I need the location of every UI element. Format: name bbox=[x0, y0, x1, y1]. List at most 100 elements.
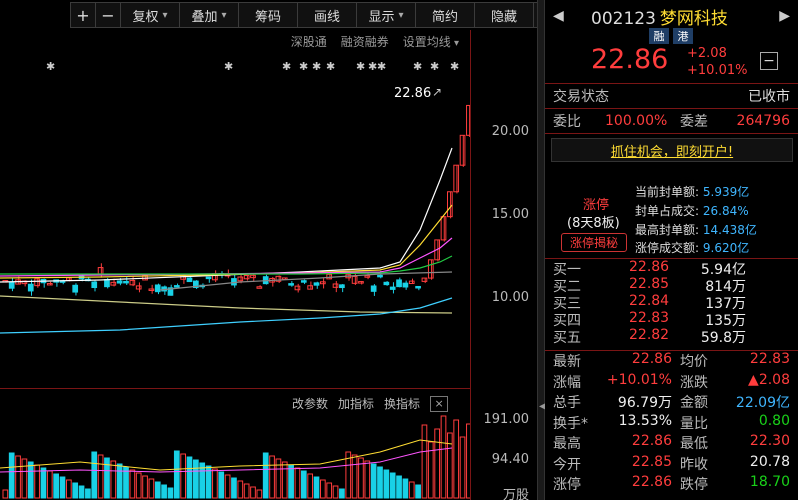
limit-up-line: 最高封单额: 14.438亿 bbox=[635, 221, 757, 238]
volume-bar bbox=[161, 484, 167, 499]
price-change: +2.08 bbox=[687, 46, 727, 61]
stat-value: 22.30 bbox=[749, 433, 790, 449]
trade-status-row: 交易状态 已收市 bbox=[545, 84, 798, 109]
limit-up-line-label: 当前封单额: bbox=[635, 185, 700, 199]
candle-body bbox=[307, 285, 313, 290]
candle-body bbox=[389, 286, 396, 290]
remove-watchlist-button[interactable]: − bbox=[760, 52, 778, 70]
candle-body bbox=[72, 284, 79, 293]
order-book-row[interactable]: 买四 22.83 135万 bbox=[545, 310, 798, 329]
switch-indicator-button[interactable]: 换指标 bbox=[384, 395, 420, 412]
margin-tag: 融 bbox=[649, 28, 669, 44]
candle-body bbox=[66, 277, 72, 281]
stat-row: 今开 22.85 昨收 20.78 bbox=[545, 454, 798, 475]
stat-label: 昨收 bbox=[680, 456, 708, 473]
bid-price: 22.85 bbox=[629, 276, 670, 292]
order-book-row[interactable]: 买二 22.85 814万 bbox=[545, 276, 798, 295]
weibi-row: 委比 100.00% 委差 264796 bbox=[545, 109, 798, 134]
order-book-row[interactable]: 买五 22.82 59.8万 bbox=[545, 327, 798, 346]
quote-stats: 最新 22.86 均价 22.83 涨幅 +10.01% 涨跌 ▲2.08 总手 96.79万 金额… bbox=[545, 350, 798, 495]
candle-body bbox=[453, 164, 460, 193]
volume-bar bbox=[8, 452, 15, 499]
bid-label: 买五 bbox=[553, 330, 581, 346]
candle-body bbox=[408, 280, 415, 285]
volume-bar bbox=[383, 469, 390, 499]
kline-chart[interactable]: ✱ ✱ ✱ ✱ ✱ ✱ ✱ ✱ ✱ ✱ ✱ ✱ bbox=[0, 0, 470, 500]
volume-bar bbox=[2, 489, 9, 499]
chart-area[interactable]: + − 复权 叠加 筹码 画线 显示 简约 隐藏 深股通 融资融券 设置均线 ✱… bbox=[0, 0, 559, 500]
stat-value: 22.85 bbox=[631, 453, 672, 470]
candle-body bbox=[377, 274, 383, 278]
stat-label: 最低 bbox=[680, 436, 708, 452]
order-book-row[interactable]: 买一 22.86 5.94亿 bbox=[545, 259, 798, 278]
volume-bar bbox=[135, 472, 142, 499]
limit-up-line: 涨停成交额: 9.620亿 bbox=[635, 239, 749, 256]
candle-body bbox=[427, 259, 434, 279]
limit-up-box: 涨停 (8天8板) 涨停揭秘 当前封单额: 5.939亿 封单占成交: 26.8… bbox=[545, 176, 798, 258]
candle-body bbox=[320, 281, 326, 285]
volume-bar bbox=[269, 455, 275, 499]
candle-body bbox=[173, 285, 180, 288]
next-stock-icon[interactable]: ▶ bbox=[779, 8, 790, 24]
candle-body bbox=[116, 280, 123, 284]
candle-body bbox=[294, 285, 301, 291]
volume-bar bbox=[237, 480, 244, 499]
candle-body bbox=[351, 275, 358, 284]
close-icon[interactable]: × bbox=[430, 395, 449, 412]
edit-params-button[interactable]: 改参数 bbox=[292, 395, 328, 412]
candle-body bbox=[154, 284, 161, 293]
event-marker: ✱ bbox=[430, 60, 439, 73]
volume-bar bbox=[262, 452, 269, 499]
volume-bar bbox=[66, 479, 72, 499]
moving-average-line bbox=[0, 295, 453, 314]
limit-up-reveal-button[interactable]: 涨停揭秘 bbox=[561, 233, 627, 252]
candle-body bbox=[46, 282, 53, 286]
indicator-bar: 改参数 加指标 换指标 × bbox=[292, 395, 449, 412]
candle-body bbox=[364, 275, 371, 278]
volume-bar bbox=[34, 464, 40, 499]
volume-ma-line bbox=[0, 439, 453, 471]
volume-tick-94: 94.40 bbox=[491, 452, 529, 467]
volume-bar bbox=[396, 475, 402, 499]
order-book: 买一 22.86 5.94亿 买二 22.85 814万 买三 22.84 137万 买四 2… bbox=[545, 258, 798, 346]
event-marker: ✱ bbox=[413, 60, 422, 73]
volume-unit: 万股 bbox=[502, 488, 529, 500]
open-account-ad-link[interactable]: 抓住机会，即刻开户! bbox=[551, 138, 793, 162]
weicha-value: 264796 bbox=[736, 113, 790, 129]
bid-price: 22.82 bbox=[629, 327, 670, 343]
candle-body bbox=[256, 286, 263, 289]
pane-divider bbox=[0, 388, 470, 389]
volume-bar bbox=[59, 476, 66, 499]
volume-bar bbox=[243, 483, 250, 499]
trade-status-label: 交易状态 bbox=[553, 89, 609, 105]
candle-body bbox=[97, 267, 104, 275]
order-book-row[interactable]: 买三 22.84 137万 bbox=[545, 293, 798, 312]
volume-bar bbox=[142, 475, 148, 499]
stat-value: 22.09亿 bbox=[735, 395, 790, 411]
stat-value: ▲2.08 bbox=[748, 371, 790, 388]
current-price: 22.86 bbox=[591, 44, 669, 75]
candle-body bbox=[129, 279, 136, 286]
candle-body bbox=[250, 274, 256, 279]
volume-bar bbox=[326, 482, 333, 499]
stat-value: 22.86 bbox=[631, 474, 672, 490]
volume-ma-line bbox=[0, 447, 453, 473]
prev-stock-icon[interactable]: ◀ bbox=[553, 8, 564, 24]
candle-body bbox=[358, 281, 364, 284]
panel-splitter[interactable] bbox=[537, 0, 545, 500]
stat-value: 22.86 bbox=[631, 351, 672, 367]
candle-body bbox=[313, 282, 320, 286]
volume-bar bbox=[332, 485, 339, 499]
stat-label: 今开 bbox=[553, 456, 581, 473]
hide-button[interactable]: 隐藏 bbox=[474, 2, 534, 28]
axis-divider bbox=[470, 30, 471, 500]
event-marker: ✱ bbox=[326, 60, 335, 73]
candle-body bbox=[415, 285, 421, 289]
volume-bar bbox=[281, 461, 288, 499]
stat-value: +10.01% bbox=[606, 371, 672, 388]
add-indicator-button[interactable]: 加指标 bbox=[338, 395, 374, 412]
stat-row: 涨停 22.86 跌停 18.70 bbox=[545, 474, 798, 495]
volume-bar bbox=[85, 488, 91, 499]
volume-bar bbox=[53, 473, 59, 499]
stat-value: 0.80 bbox=[758, 412, 790, 429]
